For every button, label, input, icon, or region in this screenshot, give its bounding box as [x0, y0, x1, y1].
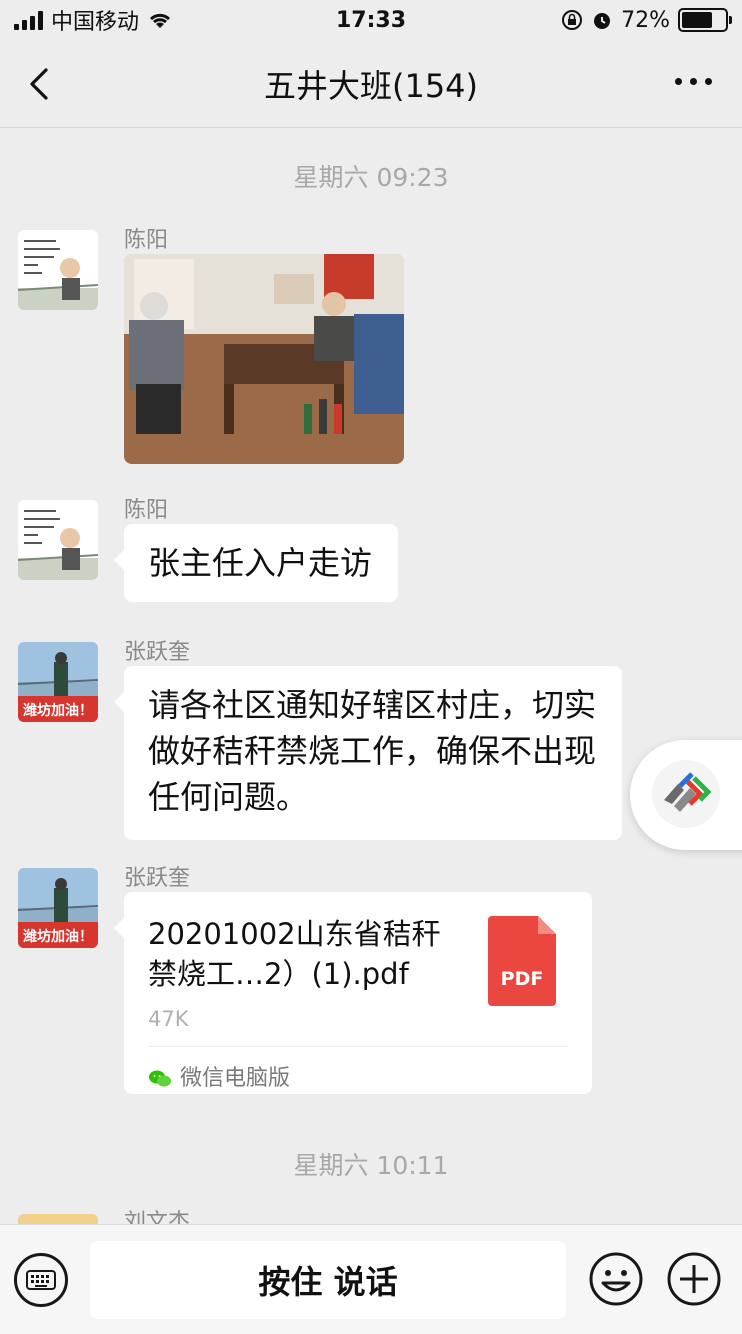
- sender-name: 陈阳: [124, 498, 169, 523]
- alarm-icon: [594, 13, 611, 29]
- float-app-icon: [652, 760, 720, 828]
- message-bubble[interactable]: 请各社区通知好辖区村庄，切实做好秸秆禁烧工作，确保不出现任何问题。: [114, 666, 622, 840]
- wifi-icon: [149, 13, 171, 28]
- battery-percent: 72%: [621, 7, 670, 33]
- emoji-button[interactable]: [588, 1251, 644, 1307]
- divider: [148, 1046, 568, 1047]
- message-bubble[interactable]: 张主任入户走访: [113, 524, 399, 602]
- signal-icon: [14, 10, 43, 30]
- chat-title: 五井大班(154): [263, 66, 479, 105]
- back-button[interactable]: [22, 64, 62, 104]
- file-size: 47K: [148, 1007, 189, 1031]
- input-bar: 按住 说话: [0, 1224, 742, 1334]
- sender-name: 张跃奎: [124, 866, 191, 891]
- avatar-caption: 潍坊加油！: [23, 929, 93, 945]
- keyboard-icon: [26, 1270, 56, 1290]
- avatar[interactable]: [18, 500, 98, 580]
- rotation-lock-icon: [562, 10, 583, 30]
- file-source: 微信电脑版: [148, 1056, 290, 1102]
- sender-name: 陈阳: [124, 228, 169, 253]
- keyboard-toggle-button[interactable]: [14, 1253, 68, 1307]
- more-options-button[interactable]: [675, 78, 712, 85]
- sender-name: 张跃奎: [124, 640, 191, 665]
- file-message-bubble[interactable]: 20201002山东省秸秆禁烧工…2）(1).pdf 47K PDF 微信电脑版: [114, 892, 592, 1094]
- nav-bar: 五井大班(154): [0, 40, 742, 128]
- avatar-caption: 潍坊加油！: [23, 703, 93, 719]
- status-right: 72%: [561, 7, 732, 33]
- status-left: 中国移动: [14, 4, 173, 36]
- battery-icon: [678, 8, 732, 32]
- avatar[interactable]: 潍坊加油！: [18, 868, 98, 948]
- more-actions-button[interactable]: [666, 1251, 722, 1307]
- clock: 17:33: [335, 7, 407, 33]
- hold-to-talk-label: 按住 说话: [258, 1263, 398, 1301]
- avatar[interactable]: [18, 230, 98, 310]
- floating-window-button[interactable]: [630, 740, 742, 850]
- message-text: 请各社区通知好辖区村庄，切实做好秸秆禁烧工作，确保不出现任何问题。: [148, 686, 597, 816]
- pdf-file-icon: PDF: [488, 916, 556, 1006]
- timestamp: 星期六 09:23: [293, 163, 449, 192]
- hold-to-talk-button[interactable]: 按住 说话: [90, 1241, 566, 1319]
- pdf-badge: PDF: [500, 968, 544, 990]
- avatar-partial: [18, 1214, 98, 1224]
- message-text: 张主任入户走访: [148, 544, 373, 582]
- message-image[interactable]: [124, 254, 404, 464]
- wechat-icon: [149, 1070, 171, 1087]
- sender-name-partial: 刘文杰: [124, 1210, 191, 1224]
- file-name: 20201002山东省秸秆禁烧工…2）(1).pdf: [148, 917, 441, 991]
- source-label: 微信电脑版: [180, 1066, 291, 1091]
- carrier-label: 中国移动: [51, 10, 140, 35]
- timestamp: 星期六 10:11: [293, 1151, 449, 1180]
- avatar[interactable]: 潍坊加油！: [18, 642, 98, 722]
- status-bar: 中国移动 17:33 72%: [0, 0, 742, 40]
